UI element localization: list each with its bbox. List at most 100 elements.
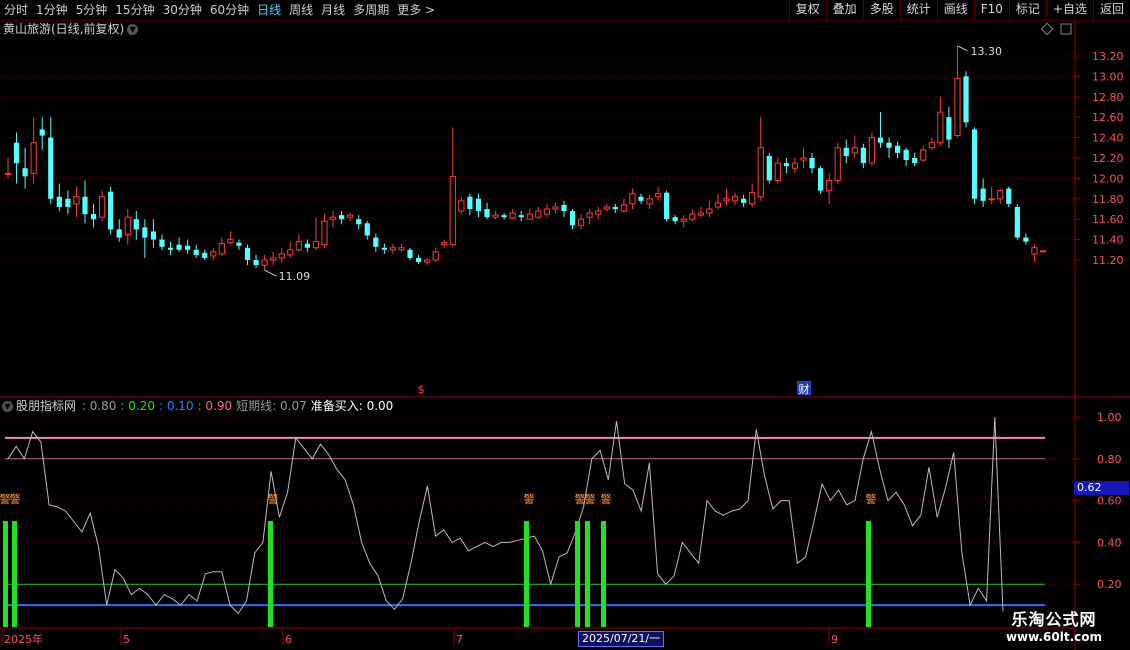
indicator-tick-label: 0.80 bbox=[1097, 453, 1122, 466]
buy-signal-bar bbox=[524, 521, 529, 627]
chart-canvas[interactable]: 13.20 13.00 12.80 12.60 12.40 12.20 12.00 11.80… bbox=[0, 0, 1130, 650]
candle-body bbox=[569, 211, 576, 226]
candle-body bbox=[356, 219, 362, 225]
low-pointer bbox=[264, 269, 277, 277]
candle-body bbox=[577, 218, 585, 226]
candle-body bbox=[304, 243, 310, 248]
candle-body bbox=[552, 206, 559, 210]
candle-body bbox=[329, 216, 337, 220]
price-tick-label: 12.80 bbox=[1092, 91, 1124, 104]
candle-body bbox=[800, 157, 807, 161]
candle-body bbox=[116, 229, 122, 238]
price-tick-label: 13.00 bbox=[1092, 70, 1124, 83]
high-pointer bbox=[957, 45, 968, 52]
candle-body bbox=[159, 239, 165, 247]
indicator-name: 股朋指标网 bbox=[16, 399, 77, 413]
candle-body bbox=[749, 192, 756, 205]
candle-body bbox=[449, 175, 456, 246]
candle-body bbox=[22, 168, 28, 177]
candle-body bbox=[509, 212, 516, 219]
candle-body bbox=[518, 215, 524, 218]
candle-body bbox=[971, 129, 978, 199]
candle-body bbox=[620, 204, 627, 212]
candle-body bbox=[980, 188, 986, 201]
chevron-down-icon[interactable]: ▼ bbox=[127, 24, 139, 35]
candle-body bbox=[834, 147, 841, 181]
buy-signal-bar bbox=[601, 521, 606, 627]
indicator-legend-0: : 0.80 bbox=[81, 399, 117, 413]
price-tick-label: 12.40 bbox=[1092, 132, 1124, 145]
candle-body bbox=[664, 192, 670, 220]
price-tick-label: 12.00 bbox=[1092, 172, 1124, 185]
candle-body bbox=[851, 147, 858, 154]
event-marker-finance: 财 bbox=[799, 382, 810, 396]
candle-body bbox=[415, 257, 422, 263]
indicator-legend-3: : 0.90 bbox=[197, 399, 233, 413]
candle-body bbox=[561, 204, 567, 212]
candle-body bbox=[757, 147, 764, 198]
candle-body bbox=[295, 241, 302, 251]
price-tick-label: 11.80 bbox=[1092, 193, 1124, 206]
candle-body bbox=[484, 209, 490, 218]
candle-body bbox=[185, 245, 191, 250]
watermark: 乐淘公式网 www.60lt.com bbox=[1006, 606, 1102, 644]
indicator-panel-title[interactable]: ▼ 股朋指标网 : 0.80: 0.20: 0.10: 0.90 短期线: 0.07… bbox=[2, 398, 397, 414]
candle-body bbox=[150, 231, 157, 240]
indicator-tick-label: 0.20 bbox=[1097, 578, 1122, 591]
candle-body bbox=[680, 218, 687, 222]
candle-body bbox=[843, 147, 849, 156]
stock-title: 黄山旅游(日线,前复权) bbox=[3, 22, 125, 36]
candle-body bbox=[142, 227, 148, 238]
buy-signal-bar bbox=[585, 521, 590, 627]
candle-body bbox=[244, 247, 251, 260]
current-value-tag: 0.62 bbox=[1074, 481, 1129, 495]
candle-body bbox=[492, 214, 499, 218]
candle-body bbox=[13, 142, 20, 164]
candle-body bbox=[108, 191, 114, 230]
candle-body bbox=[646, 198, 653, 205]
price-tick-label: 11.40 bbox=[1092, 234, 1124, 247]
candle-body bbox=[535, 210, 542, 218]
candle-body bbox=[218, 243, 225, 255]
chevron-down-icon[interactable]: ▼ bbox=[2, 401, 13, 412]
buy-signal-bar bbox=[12, 521, 17, 627]
buy-signal-bar bbox=[268, 521, 273, 627]
alert-label: 警 bbox=[268, 492, 279, 506]
candle-body bbox=[877, 137, 884, 143]
candle-body bbox=[30, 142, 37, 174]
candle-body bbox=[783, 163, 789, 167]
candle-body bbox=[48, 137, 54, 199]
high-price-label: 13.30 bbox=[970, 45, 1002, 58]
indicator-legend-4: 短期线: 0.07 bbox=[236, 399, 307, 413]
cursor-date: 2025/07/21/一 bbox=[578, 631, 665, 647]
candle-body bbox=[347, 214, 354, 218]
price-panel-title[interactable]: 黄山旅游(日线,前复权) ▼ bbox=[3, 21, 139, 37]
price-tick-label: 12.20 bbox=[1092, 152, 1124, 165]
candle-body bbox=[389, 247, 397, 251]
candle-body bbox=[364, 223, 370, 236]
indicator-tick-label: 0.60 bbox=[1097, 495, 1122, 508]
candle-body bbox=[441, 242, 448, 246]
buy-signal-bar bbox=[575, 521, 580, 627]
candle-body bbox=[501, 215, 507, 218]
candle-body bbox=[774, 162, 781, 181]
candle-body bbox=[321, 220, 328, 246]
candle-body bbox=[912, 158, 918, 164]
candle-body bbox=[407, 249, 413, 258]
watermark-name: 乐淘公式网 bbox=[1011, 610, 1097, 629]
alert-label: 警 bbox=[601, 492, 612, 506]
watermark-site: www.60lt.com bbox=[1005, 630, 1102, 644]
candle-body bbox=[603, 206, 610, 210]
candle-body bbox=[167, 247, 174, 250]
candle-body bbox=[818, 168, 824, 191]
candle-body bbox=[731, 196, 739, 202]
panel-toggle-icon bbox=[1060, 23, 1072, 35]
candle-body bbox=[826, 179, 833, 192]
candle-body bbox=[928, 142, 935, 149]
buy-signal-bar bbox=[866, 521, 871, 627]
candle-body bbox=[543, 208, 550, 215]
candle-body bbox=[312, 241, 320, 249]
candle-body bbox=[920, 149, 927, 161]
indicator-legend-2: : 0.10 bbox=[159, 399, 194, 413]
candle-body bbox=[236, 242, 242, 246]
